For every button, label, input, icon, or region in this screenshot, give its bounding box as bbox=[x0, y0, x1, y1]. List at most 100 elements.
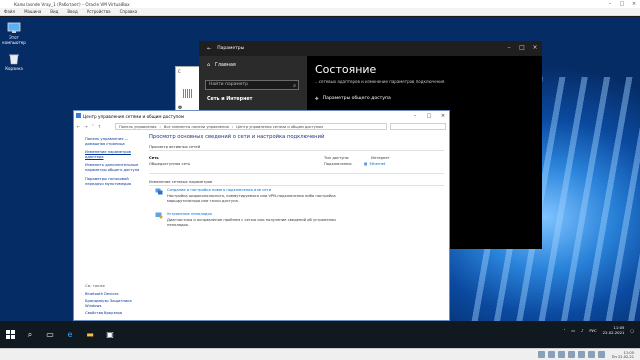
sharing-options-link[interactable]: ⎈ Параметры общего доступа bbox=[315, 96, 391, 102]
breadcrumb[interactable]: Панель управления › Все элементы панели … bbox=[115, 123, 387, 130]
close-icon[interactable]: × bbox=[530, 44, 540, 51]
taskbar: ⌕ ▭ e ▬ ▣ ˄ ▭ ♪ РУС 11:05 22.02.2021 ▢ bbox=[0, 321, 640, 348]
menu-help[interactable]: Справка bbox=[120, 9, 138, 14]
clock[interactable]: 11:05 22.02.2021 bbox=[603, 325, 625, 335]
see-also-firewall[interactable]: Брандмауэр Защитника Windows bbox=[85, 299, 141, 308]
forward-arrow-icon[interactable]: → bbox=[84, 124, 87, 129]
close-icon[interactable]: × bbox=[436, 111, 450, 121]
menu-view[interactable]: Вид bbox=[50, 9, 58, 14]
sidebar-link-home[interactable]: Панель управления — домашняя страница bbox=[85, 137, 141, 146]
desktop-icon-recycle-bin[interactable]: Корзина bbox=[0, 53, 28, 72]
clock-date: 22.02.2021 bbox=[602, 330, 625, 335]
see-also-browser[interactable]: Свойства браузера bbox=[85, 311, 122, 316]
maximize-icon[interactable]: □ bbox=[616, 0, 628, 8]
new-connection-icon bbox=[155, 188, 163, 195]
settings-heading: Состояние bbox=[315, 63, 377, 76]
sidebar-link-streaming[interactable]: Параметры потоковой передачи мультимедиа bbox=[85, 177, 141, 186]
back-arrow-icon[interactable]: ← bbox=[77, 124, 80, 129]
active-networks-title: Просмотр активных сетей bbox=[149, 145, 201, 149]
recycle-bin-icon bbox=[7, 53, 21, 65]
settings-title: Параметры bbox=[217, 46, 245, 51]
connection-link[interactable]: ▦ Ethernet bbox=[364, 162, 385, 166]
explorer-icon[interactable]: ▬ bbox=[80, 321, 100, 348]
search-icon[interactable]: ⌕ bbox=[20, 321, 40, 348]
sharing-icon: ⎈ bbox=[315, 97, 319, 102]
breadcrumb-item[interactable]: Все элементы панели управления bbox=[164, 125, 229, 129]
computer-icon bbox=[7, 22, 21, 34]
up-arrow-icon[interactable]: ↑ bbox=[98, 124, 101, 129]
network-sharing-center-window: Центр управления сетями и общим доступом… bbox=[73, 110, 450, 321]
breadcrumb-item[interactable]: Центр управления сетями и общим доступом bbox=[236, 125, 323, 129]
vbox-titlebar: Кали lasnde Vray_1 (Работает) – Oracle V… bbox=[0, 0, 640, 8]
settings-search-placeholder: Найти параметр bbox=[209, 82, 248, 87]
divider bbox=[149, 150, 444, 151]
troubleshoot-desc: Диагностика и исправление проблем с сеть… bbox=[167, 218, 336, 227]
notifications-icon[interactable]: ▢ bbox=[630, 328, 634, 333]
maximize-icon[interactable]: □ bbox=[517, 44, 527, 51]
sidebar-link-advanced-sharing[interactable]: Изменить дополнительные параметры общего… bbox=[85, 163, 143, 172]
shared-folders-icon[interactable] bbox=[587, 351, 595, 358]
close-icon[interactable]: × bbox=[628, 0, 640, 8]
connections-label: Подключения: bbox=[324, 162, 352, 166]
connection-ethernet[interactable]: Ethernet bbox=[369, 162, 385, 166]
maximize-icon[interactable]: □ bbox=[422, 111, 436, 121]
store-icon[interactable]: ▣ bbox=[100, 321, 120, 348]
chevron-right-icon: › bbox=[159, 124, 161, 129]
minimize-icon[interactable]: – bbox=[504, 44, 514, 51]
back-arrow-icon[interactable]: ← bbox=[207, 46, 211, 52]
network-name: Сеть bbox=[149, 156, 159, 160]
desktop-icon-computer[interactable]: Этот компьютер bbox=[0, 22, 28, 45]
access-type-label: Тип доступа: bbox=[324, 156, 350, 160]
home-icon: ⌂ bbox=[207, 63, 211, 68]
menu-input[interactable]: Ввод bbox=[67, 9, 77, 14]
sharing-link-label: Параметры общего доступа bbox=[322, 96, 391, 101]
new-connection-desc: Настройка широкополосного, коммутируемог… bbox=[167, 194, 336, 203]
sidebar-link-adapter[interactable]: Изменение параметров адаптера bbox=[85, 150, 141, 159]
breadcrumb-item[interactable]: Панель управления bbox=[119, 125, 156, 129]
new-connection-link[interactable]: Создание и настройка нового подключения … bbox=[167, 188, 271, 192]
search-icon: ⌕ bbox=[293, 83, 296, 89]
nsc-search-input[interactable] bbox=[390, 123, 446, 130]
task-view-icon[interactable]: ▭ bbox=[40, 321, 60, 348]
desktop-icon-label: Этот компьютер bbox=[2, 35, 26, 45]
troubleshoot-link[interactable]: Устранение неполадок bbox=[167, 212, 212, 216]
network-type: Общедоступная сеть bbox=[149, 162, 191, 166]
language-indicator[interactable]: РУС bbox=[589, 328, 596, 333]
change-settings-title: Изменение сетевых параметров bbox=[149, 180, 213, 184]
settings-search-input[interactable]: Найти параметр ⌕ bbox=[205, 80, 299, 90]
settings-description: ...сетевых адаптеров и изменение парамет… bbox=[315, 79, 446, 84]
network-adapter-icon[interactable] bbox=[567, 351, 575, 358]
network-tray-icon[interactable]: ▭ bbox=[571, 328, 575, 333]
edge-icon[interactable]: e bbox=[60, 321, 80, 348]
divider bbox=[149, 173, 444, 174]
divider bbox=[149, 185, 444, 186]
vbox-menubar: Файл Машина Вид Ввод Устройства Справка bbox=[0, 8, 640, 16]
chevron-down-icon[interactable]: ˅ bbox=[92, 124, 94, 129]
start-button[interactable] bbox=[0, 321, 20, 348]
hdd-icon[interactable] bbox=[537, 351, 545, 358]
host-clock-date: Пн 22.02.21 bbox=[611, 354, 634, 359]
nsc-titlebar: Центр управления сетями и общим доступом… bbox=[74, 111, 449, 121]
settings-home-label: Главная bbox=[215, 63, 236, 68]
optical-drive-icon[interactable] bbox=[547, 351, 555, 358]
see-also-bluetooth[interactable]: Bluetooth Devices bbox=[85, 292, 119, 297]
minimize-icon[interactable]: – bbox=[604, 0, 616, 8]
vbox-title-text: Кали lasnde Vray_1 (Работает) – Oracle V… bbox=[14, 1, 130, 7]
settings-home-item[interactable]: ⌂ Главная bbox=[207, 63, 236, 68]
menu-file[interactable]: Файл bbox=[4, 9, 15, 14]
usb-icon[interactable] bbox=[577, 351, 585, 358]
bgwin-graphic bbox=[183, 89, 193, 98]
network-icon bbox=[76, 113, 81, 118]
menu-devices[interactable]: Устройства bbox=[87, 9, 111, 14]
volume-icon[interactable]: ♪ bbox=[581, 328, 583, 333]
vbox-statusbar: 11:05 Пн 22.02.21 bbox=[0, 348, 640, 360]
chevron-up-icon[interactable]: ˄ bbox=[563, 328, 565, 333]
nsc-sidebar: Панель управления — домашняя страница Из… bbox=[74, 132, 144, 320]
page-title: Просмотр основных сведений о сети и наст… bbox=[149, 134, 325, 140]
minimize-icon[interactable]: – bbox=[408, 111, 422, 121]
windows-icon bbox=[5, 330, 15, 339]
display-icon[interactable] bbox=[597, 351, 605, 358]
audio-icon[interactable] bbox=[557, 351, 565, 358]
ethernet-icon: ▦ bbox=[364, 162, 368, 166]
menu-machine[interactable]: Машина bbox=[24, 9, 41, 14]
